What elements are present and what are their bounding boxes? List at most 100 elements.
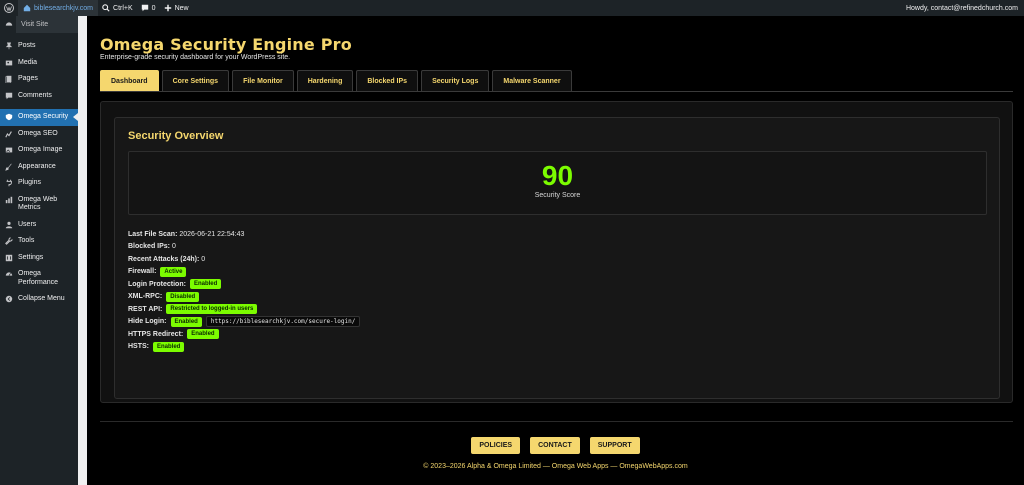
metrics-icon [5,196,13,204]
score-box: 90 Security Score [128,151,987,215]
stat-label: Recent Attacks (24h): [128,255,200,263]
pages-icon [5,75,13,84]
stat-hide-login: Hide Login: Enabled https://biblesearchk… [128,316,361,329]
new-content-button[interactable]: New [160,0,193,16]
sidebar-item-label: Omega Web Metrics [18,195,58,212]
search-shortcut: Ctrl+K [113,4,133,12]
status-badge: Enabled [187,329,219,340]
collapse-icon [5,295,13,303]
tab-core-settings[interactable]: Core Settings [161,70,230,91]
admin-bar: biblesearchkjv.com Ctrl+K 0 New Howdy, c… [0,0,1024,16]
contact-button[interactable]: CONTACT [530,437,580,454]
stat-https-redirect: HTTPS Redirect: Enabled [128,328,360,341]
comments-icon [5,92,13,100]
stat-hsts: HSTS: Enabled [128,341,360,354]
page-title: Omega Security Engine Pro [100,35,352,54]
tab-security-logs[interactable]: Security Logs [421,70,490,91]
status-badge: Enabled [153,341,185,352]
support-button[interactable]: SUPPORT [589,437,640,454]
footer-divider [100,421,1013,422]
sidebar-item-label: Omega Security [18,113,69,120]
sidebar-item-label: Pages [18,75,38,82]
dashboard-panel: Security Overview 90 Security Score Last… [100,101,1013,403]
status-badge: Enabled [189,279,222,290]
stat-firewall: Firewall: Active [128,266,360,279]
sidebar-item-label: Media [18,58,38,66]
stat-blocked-ips: Blocked IPs: 0 [128,241,360,254]
pin-icon [5,42,13,50]
sidebar-item-omega-seo[interactable]: Omega SEO [0,126,78,143]
stat-recent-attacks: Recent Attacks (24h): 0 [128,253,360,266]
stat-label: HTTPS Redirect: [128,330,184,338]
sidebar-item-pages[interactable]: Pages [0,71,78,88]
sidebar-item-plugins[interactable]: Plugins [0,175,78,192]
stat-rest-api: REST API: Restricted to logged-in users [128,303,360,316]
comment-bubble-icon [141,4,149,12]
stat-xmlrpc: XML-RPC: Disabled [128,291,360,304]
comments-link[interactable]: 0 [137,0,160,16]
sidebar-item-posts[interactable]: Posts [0,38,78,55]
comments-count: 0 [151,4,156,12]
sidebar-item-media[interactable]: Media [0,55,78,72]
status-badge: Active [160,266,187,277]
dashboard-icon [5,20,13,30]
stat-label: Hide Login: [128,318,167,326]
settings-icon [5,254,13,262]
stat-value: 0 [171,243,176,251]
overview-title: Security Overview [128,130,224,142]
sidebar-item-omega-image[interactable]: Omega Image [0,142,78,159]
footer-buttons: POLICIES CONTACT SUPPORT [87,437,1024,454]
sidebar-item-settings[interactable]: Settings [0,250,78,267]
tab-dashboard[interactable]: Dashboard [100,70,159,91]
tab-bar: Dashboard Core Settings File Monitor Har… [100,70,575,91]
tab-file-monitor[interactable]: File Monitor [232,70,294,91]
status-badge: Enabled [170,316,202,327]
sidebar-item-comments[interactable]: Comments [0,88,78,105]
tab-malware-scanner[interactable]: Malware Scanner [492,70,572,91]
search-icon [102,4,110,12]
wordpress-logo-icon[interactable] [0,0,18,16]
page-subtitle: Enterprise-grade security dashboard for … [100,54,291,61]
sidebar-item-appearance[interactable]: Appearance [0,159,78,176]
gauge-icon [5,270,13,278]
sidebar-item-label: Omega SEO [18,129,58,137]
plus-icon [164,4,172,12]
brush-icon [5,163,13,171]
image-icon [5,146,13,154]
policies-button[interactable]: POLICIES [471,437,521,454]
sidebar-item-label: Settings [18,253,44,261]
stats-list: Last File Scan: 2026-06-21 22:54:43 Bloc… [128,228,361,354]
stat-last-scan: Last File Scan: 2026-06-21 22:54:43 [128,228,360,241]
sidebar-item-omega-web-metrics[interactable]: Omega Web Metrics [0,192,78,217]
account-menu[interactable]: Howdy, contact@refinedchurch.com [902,0,1024,16]
sidebar-item-label: Users [18,220,37,228]
home-icon [23,4,31,12]
sidebar-item-label: Omega Image [18,146,63,153]
shield-icon [5,113,13,121]
chart-icon [5,130,13,138]
status-badge: Disabled [166,291,200,302]
sidebar-item-omega-performance[interactable]: Omega Performance [0,266,78,291]
howdy-greeting: Howdy, contact@refinedchurch.com [905,4,1018,12]
stat-label: Last File Scan: [128,230,178,238]
tab-hardening[interactable]: Hardening [296,70,354,91]
command-palette-button[interactable]: Ctrl+K [98,0,137,16]
security-score-value: 90 [541,160,574,191]
sidebar-item-label: Tools [18,237,35,244]
plug-icon [5,179,13,187]
new-label: New [174,4,189,12]
sidebar-item-omega-security[interactable]: Omega Security [0,109,78,126]
sidebar-item-tools[interactable]: Tools [0,233,78,250]
site-name-link[interactable]: biblesearchkjv.com [18,0,99,16]
security-overview-card: Security Overview 90 Security Score Last… [114,117,1000,399]
sidebar-item-label: Appearance [18,162,56,170]
media-icon [5,59,13,67]
security-score-label: Security Score [534,192,581,199]
sidebar-item-users[interactable]: Users [0,217,78,234]
tab-blocked-ips[interactable]: Blocked IPs [356,70,419,91]
copyright-text: © 2023–2026 Alpha & Omega Limited — Omeg… [423,463,688,470]
sidebar-item-label: Comments [18,91,52,99]
hide-login-url: https://biblesearchkjv.com/secure-login/ [205,316,361,328]
stat-value: 2026-06-21 22:54:43 [179,230,245,238]
sidebar-item-collapse-menu[interactable]: Collapse Menu [0,291,78,308]
